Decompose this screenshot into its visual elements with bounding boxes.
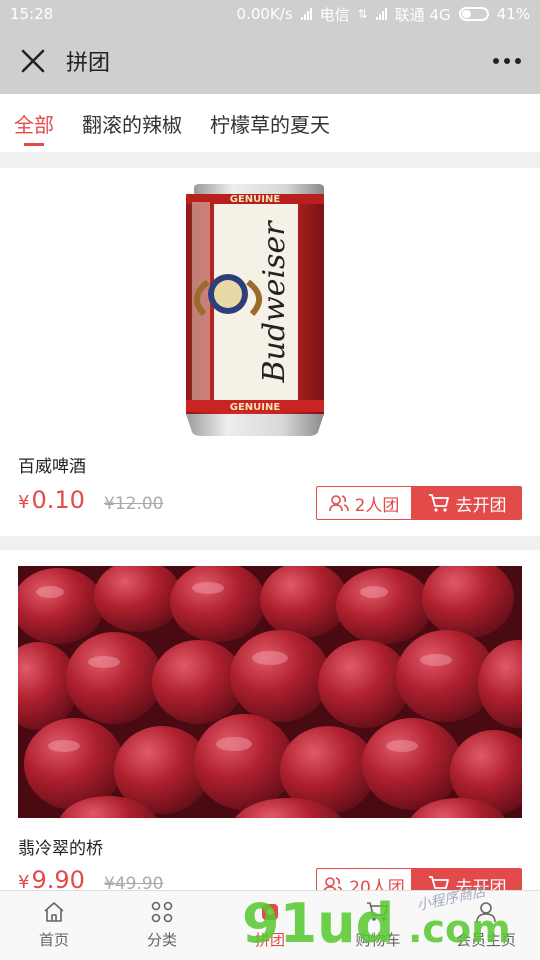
tab-shop-1[interactable]: 翻滚的辣椒: [82, 94, 182, 152]
group-buy-actions: 2人团 去开团: [316, 486, 522, 520]
battery-percent: 41%: [496, 5, 530, 23]
product-name: 翡冷翠的桥: [18, 839, 103, 859]
status-right: 0.00K/s 电信 ⇅ 联通 4G 41%: [237, 4, 530, 25]
bottom-tab-label: 首页: [38, 931, 69, 949]
bottom-tab-home[interactable]: 首页: [0, 891, 108, 960]
bottom-tab-category[interactable]: 分类: [108, 891, 216, 960]
svg-text:Budweiser: Budweiser: [257, 220, 292, 384]
page-title: 拼团: [66, 51, 111, 76]
close-icon: [21, 49, 45, 73]
product-card[interactable]: Budweiser GENUINE GENUINE 百威啤酒 ¥0.10 ¥12…: [0, 168, 540, 536]
start-group-label: 去开团: [455, 495, 507, 516]
group-buy-icon: [262, 904, 278, 920]
people-icon: [328, 495, 349, 512]
bottom-tab-label: 会员主页: [455, 931, 516, 949]
tab-all[interactable]: 全部: [14, 94, 54, 152]
svg-text:GENUINE: GENUINE: [230, 402, 281, 413]
battery-icon: [458, 7, 489, 21]
network-speed: 0.00K/s: [236, 5, 293, 23]
more-dot-icon: [504, 58, 510, 64]
group-size-button[interactable]: 2人团: [316, 486, 412, 520]
battery-level: [461, 10, 472, 18]
tab-shop-2[interactable]: 柠檬草的夏天: [210, 94, 330, 152]
screen: 15:28 0.00K/s 电信 ⇅ 联通 4G 41% 拼团 全部 翻滚的辣椒…: [0, 0, 540, 960]
svg-text:GENUINE: GENUINE: [230, 194, 281, 205]
product-name: 百威啤酒: [18, 457, 86, 477]
product-image[interactable]: Budweiser GENUINE GENUINE: [18, 182, 522, 440]
product-card[interactable]: 翡冷翠的桥 ¥9.90 ¥49.90 20人团 去开团: [0, 550, 540, 902]
close-button[interactable]: [0, 28, 66, 94]
currency-symbol: ¥: [18, 492, 30, 513]
signal-icon-2: [375, 8, 387, 20]
home-icon: [44, 902, 64, 922]
more-button[interactable]: [474, 28, 540, 94]
data-transfer-icon: ⇅: [357, 7, 368, 21]
user-icon: [476, 902, 496, 923]
dried-cranberries-image: [18, 566, 522, 818]
product-image[interactable]: [18, 566, 522, 818]
bottom-tab-bar: 首页 分类 拼团 购物车 会员主页: [0, 890, 540, 960]
bottom-tab-member[interactable]: 会员主页: [432, 891, 540, 960]
tab-bar: 全部 翻滚的辣椒 柠檬草的夏天: [0, 94, 540, 152]
bottom-tab-label: 分类: [146, 931, 177, 949]
bottom-tab-label: 拼团: [254, 931, 285, 949]
cart-icon: [367, 902, 388, 921]
bottom-tab-cart[interactable]: 购物车: [324, 891, 432, 960]
bottom-tab-group-buy[interactable]: 拼团: [216, 891, 324, 960]
signal-icon: [300, 8, 312, 20]
status-time: 15:28: [10, 5, 54, 23]
group-size-label: 2人团: [354, 495, 400, 516]
carrier-2: 联通 4G: [394, 5, 451, 24]
status-bar: 15:28 0.00K/s 电信 ⇅ 联通 4G 41%: [0, 0, 540, 28]
cart-icon: [428, 494, 449, 512]
original-price: ¥12.00: [104, 494, 164, 514]
bottom-tab-label: 购物车: [355, 931, 401, 949]
carrier-1: 电信: [319, 5, 350, 24]
more-dot-icon: [493, 58, 499, 64]
navbar: 拼团: [0, 28, 540, 94]
more-dot-icon: [515, 58, 521, 64]
beer-can-image: Budweiser GENUINE GENUINE: [186, 184, 324, 436]
price-value: 0.10: [31, 486, 85, 514]
start-group-button[interactable]: 去开团: [412, 486, 522, 520]
grid-icon: [151, 901, 173, 923]
group-price: ¥0.10: [18, 486, 85, 514]
